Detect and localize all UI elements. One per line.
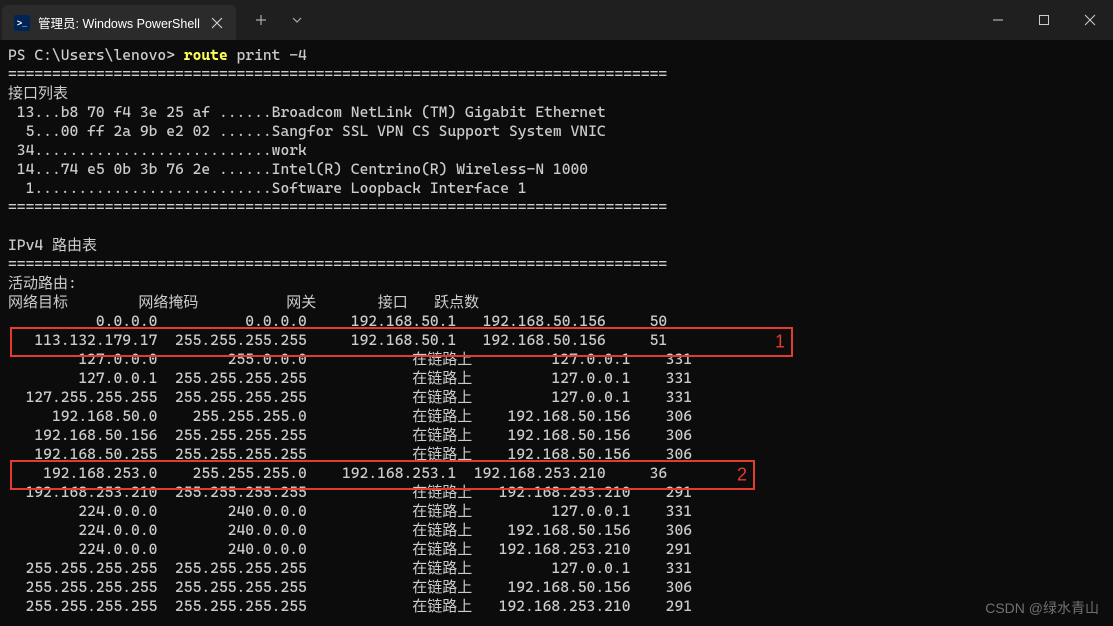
interface-row: 1...........................Software Loo… [8, 179, 527, 197]
tab-actions [236, 0, 314, 40]
route-row: 255.255.255.255 255.255.255.255 在链路上 192… [8, 597, 692, 615]
route-row: 224.0.0.0 240.0.0.0 在链路上 192.168.253.210… [8, 540, 692, 558]
tab-title-text: 管理员: Windows PowerShell [38, 13, 200, 32]
route-row: 224.0.0.0 240.0.0.0 在链路上 127.0.0.1 331 [8, 502, 692, 520]
route-row: 127.255.255.255 255.255.255.255 在链路上 127… [8, 388, 692, 406]
titlebar: >_ 管理员: Windows PowerShell [0, 0, 1113, 40]
minimize-button[interactable] [975, 0, 1021, 40]
route-table-title: IPv4 路由表 [8, 236, 97, 254]
divider-line: ========================================… [8, 198, 667, 216]
route-row: 127.0.0.1 255.255.255.255 在链路上 127.0.0.1… [8, 369, 692, 387]
route-columns-header: 网络目标 网络掩码 网关 接口 跃点数 [8, 293, 479, 311]
maximize-icon [1038, 14, 1050, 26]
close-window-button[interactable] [1067, 0, 1113, 40]
route-row: 224.0.0.0 240.0.0.0 在链路上 192.168.50.156 … [8, 521, 692, 539]
route-row: 0.0.0.0 0.0.0.0 192.168.50.1 192.168.50.… [8, 312, 667, 330]
divider-line: ========================================… [8, 65, 667, 83]
interface-row: 13...b8 70 f4 3e 25 af ......Broadcom Ne… [8, 103, 606, 121]
maximize-button[interactable] [1021, 0, 1067, 40]
route-row: 192.168.253.210 255.255.255.255 在链路上 192… [8, 483, 692, 501]
route-row: 113.132.179.17 255.255.255.255 192.168.5… [8, 331, 667, 349]
command-highlighted: route [184, 46, 228, 64]
close-icon [1084, 14, 1096, 26]
route-row: 192.168.50.156 255.255.255.255 在链路上 192.… [8, 426, 692, 444]
window-controls [975, 0, 1113, 40]
tab-powershell[interactable]: >_ 管理员: Windows PowerShell [2, 5, 236, 40]
interface-row: 5...00 ff 2a 9b e2 02 ......Sangfor SSL … [8, 122, 606, 140]
chevron-down-icon [291, 14, 303, 26]
new-tab-button[interactable] [244, 3, 278, 37]
command-rest: print -4 [228, 46, 307, 64]
route-row: 192.168.50.255 255.255.255.255 在链路上 192.… [8, 445, 692, 463]
route-row: 127.0.0.0 255.0.0.0 在链路上 127.0.0.1 331 [8, 350, 692, 368]
close-icon [211, 17, 223, 29]
route-row: 255.255.255.255 255.255.255.255 在链路上 192… [8, 578, 692, 596]
active-routes-label: 活动路由: [8, 274, 77, 292]
titlebar-drag-area[interactable] [314, 0, 975, 40]
interface-row: 34...........................work [8, 141, 307, 159]
plus-icon [255, 14, 267, 26]
powershell-icon: >_ [14, 15, 30, 31]
prompt-prefix: PS C:\Users\lenovo> [8, 46, 184, 64]
tab-dropdown-button[interactable] [280, 3, 314, 37]
route-row: 192.168.50.0 255.255.255.0 在链路上 192.168.… [8, 407, 692, 425]
minimize-icon [992, 14, 1004, 26]
interface-list-header: 接口列表 [8, 84, 68, 102]
tab-strip: >_ 管理员: Windows PowerShell [0, 0, 236, 40]
route-row: 255.255.255.255 255.255.255.255 在链路上 127… [8, 559, 692, 577]
divider-line: ========================================… [8, 255, 667, 273]
close-tab-button[interactable] [208, 14, 226, 32]
interface-row: 14...74 e5 0b 3b 76 2e ......Intel(R) Ce… [8, 160, 588, 178]
route-row: 192.168.253.0 255.255.255.0 192.168.253.… [8, 464, 667, 482]
terminal-output[interactable]: PS C:\Users\lenovo> route print -4 =====… [0, 40, 1113, 622]
watermark: CSDN @绿水青山 [985, 598, 1099, 618]
